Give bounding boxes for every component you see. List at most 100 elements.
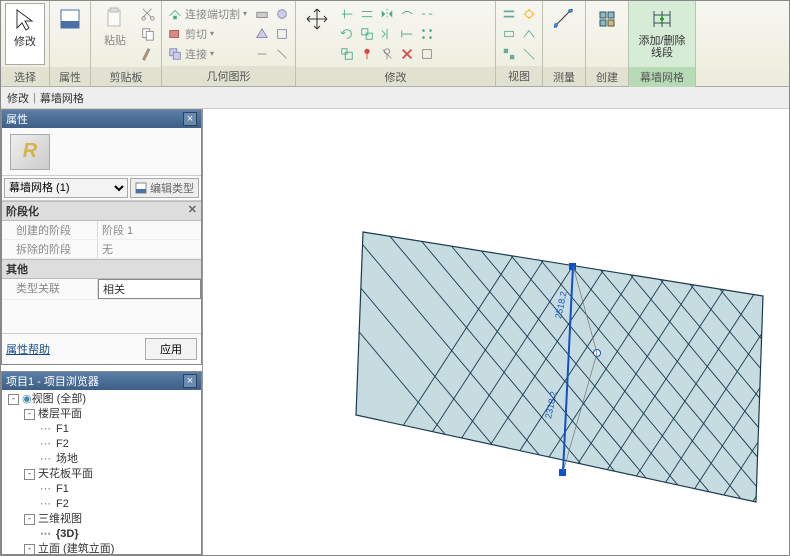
geom-tool-3[interactable] (253, 25, 271, 43)
properties-button[interactable] (54, 3, 86, 65)
apply-button[interactable]: 应用 (145, 338, 197, 360)
view-tool-6[interactable] (520, 45, 538, 63)
project-tree[interactable]: -◉ 视图 (全部)-楼层平面⋯F1⋯F2⋯场地-天花板平面⋯F1⋯F2-三维视… (2, 390, 201, 554)
edit-type-button[interactable]: 编辑类型 (130, 178, 199, 198)
tree-item[interactable]: ⋯F2 (2, 437, 201, 452)
rotate-button[interactable] (338, 25, 356, 43)
prop-demolish-phase: 拆除的阶段无 (2, 240, 201, 259)
tree-label: {3D} (56, 527, 79, 542)
properties-close-button[interactable]: × (183, 112, 197, 126)
section-phase[interactable]: 阶段化✕ (2, 201, 201, 221)
properties-help-link[interactable]: 属性帮助 (6, 341, 50, 357)
view-tool-4[interactable] (520, 25, 538, 43)
measure-button[interactable] (547, 3, 581, 65)
ribbon-group-properties: 属性 (50, 1, 91, 86)
properties-titlebar[interactable]: 属性 × (2, 110, 201, 128)
tree-twisty[interactable]: - (24, 514, 35, 525)
tree-label: F2 (56, 437, 69, 452)
geom-tool-5[interactable] (253, 45, 271, 63)
context-type: 幕墙网格 (40, 90, 84, 106)
tree-label: 天花板平面 (38, 467, 93, 482)
tree-item[interactable]: -立面 (建筑立面) (2, 542, 201, 554)
geom-tool-1[interactable] (253, 5, 271, 23)
tree-twisty[interactable]: - (8, 394, 19, 405)
copy-button[interactable] (358, 25, 376, 43)
array-button[interactable] (418, 25, 436, 43)
extend-button[interactable] (398, 25, 416, 43)
modify-misc-button[interactable] (418, 45, 436, 63)
geom-join-button[interactable]: 连接▾ (166, 45, 249, 63)
prop-type-assoc[interactable]: 类型关联相关 (2, 279, 201, 300)
tree-item[interactable]: -三维视图 (2, 512, 201, 527)
geom-tool-4[interactable] (273, 25, 291, 43)
join-cut-button[interactable]: 连接端切割▾ (166, 5, 249, 23)
unpin-button[interactable] (378, 45, 396, 63)
geom-tool-2[interactable] (273, 5, 291, 23)
group-label-curtain-grid: 幕墙网格 (629, 67, 695, 87)
ribbon-group-modify: 修改 (296, 1, 496, 86)
grid-handle-top[interactable] (569, 263, 576, 270)
view-tool-5[interactable] (500, 45, 518, 63)
group-label-modify: 修改 (296, 67, 495, 87)
properties-icon (56, 5, 84, 33)
group-label-select: 选择 (1, 67, 49, 87)
browser-titlebar[interactable]: 项目1 - 项目浏览器 × (2, 372, 201, 390)
section-other[interactable]: 其他 (2, 259, 201, 279)
tree-item[interactable]: ⋯F1 (2, 422, 201, 437)
geom-cut-button[interactable]: 剪切▾ (166, 25, 249, 43)
paste-icon (101, 5, 129, 33)
cut-small-button[interactable] (139, 5, 157, 23)
tree-item[interactable]: -◉ 视图 (全部) (2, 392, 201, 407)
tree-item[interactable]: -天花板平面 (2, 467, 201, 482)
browser-title: 项目1 - 项目浏览器 (6, 373, 99, 389)
align-button[interactable] (338, 5, 356, 23)
viewport-3d[interactable]: 2518.2 2318.2 (203, 109, 789, 555)
pin-button[interactable] (358, 45, 376, 63)
view-tool-2[interactable] (520, 5, 538, 23)
group-label-clipboard: 剪贴板 (91, 67, 161, 87)
tree-item[interactable]: ⋯F1 (2, 482, 201, 497)
ribbon-group-view: 视图 (496, 1, 543, 86)
geom-tool-6[interactable] (273, 45, 291, 63)
tree-twisty[interactable]: - (24, 544, 35, 554)
tree-item[interactable]: -楼层平面 (2, 407, 201, 422)
tree-label: 三维视图 (38, 512, 82, 527)
move-button[interactable] (300, 3, 334, 65)
tree-label: F2 (56, 497, 69, 512)
expand-icon: ✕ (188, 203, 197, 216)
modify-button[interactable]: 修改 (5, 3, 45, 65)
browser-close-button[interactable]: × (183, 374, 197, 388)
move-icon (303, 5, 331, 33)
tree-item[interactable]: ⋯{3D} (2, 527, 201, 542)
view-tool-3[interactable] (500, 25, 518, 43)
group-label-properties: 属性 (50, 67, 90, 87)
add-remove-segment-button[interactable]: 添加/删除 线段 (633, 3, 691, 65)
trim-button[interactable] (398, 5, 416, 23)
scale-button[interactable] (338, 45, 356, 63)
measure-icon (550, 5, 578, 33)
group-label-geometry: 几何图形 (162, 66, 295, 86)
create-button[interactable] (590, 3, 624, 65)
paste-button[interactable]: 粘贴 (95, 3, 135, 65)
offset-button[interactable] (358, 5, 376, 23)
tree-twisty[interactable]: - (24, 469, 35, 480)
curtain-wall[interactable] (356, 232, 763, 502)
mirror-button[interactable] (378, 5, 396, 23)
copy-small-button[interactable] (139, 25, 157, 43)
tree-item[interactable]: ⋯场地 (2, 452, 201, 467)
split-button[interactable] (418, 5, 436, 23)
type-selector[interactable]: 幕墙网格 (1) (4, 178, 128, 198)
group-label-view: 视图 (496, 66, 542, 86)
grid-handle-bottom[interactable] (559, 469, 566, 476)
grid-segment-icon (648, 5, 676, 33)
tree-label: F1 (56, 482, 69, 497)
mirror2-button[interactable] (378, 25, 396, 43)
ribbon-group-measure: 测量 (543, 1, 586, 86)
match-small-button[interactable] (139, 45, 157, 63)
tree-twisty[interactable]: - (24, 409, 35, 420)
ribbon-group-curtain-grid: 添加/删除 线段 幕墙网格 (629, 1, 696, 86)
view-tool-1[interactable] (500, 5, 518, 23)
ribbon: 修改 选择 属性 粘贴 剪贴板 连接 (1, 1, 789, 87)
delete-button[interactable] (398, 45, 416, 63)
tree-item[interactable]: ⋯F2 (2, 497, 201, 512)
